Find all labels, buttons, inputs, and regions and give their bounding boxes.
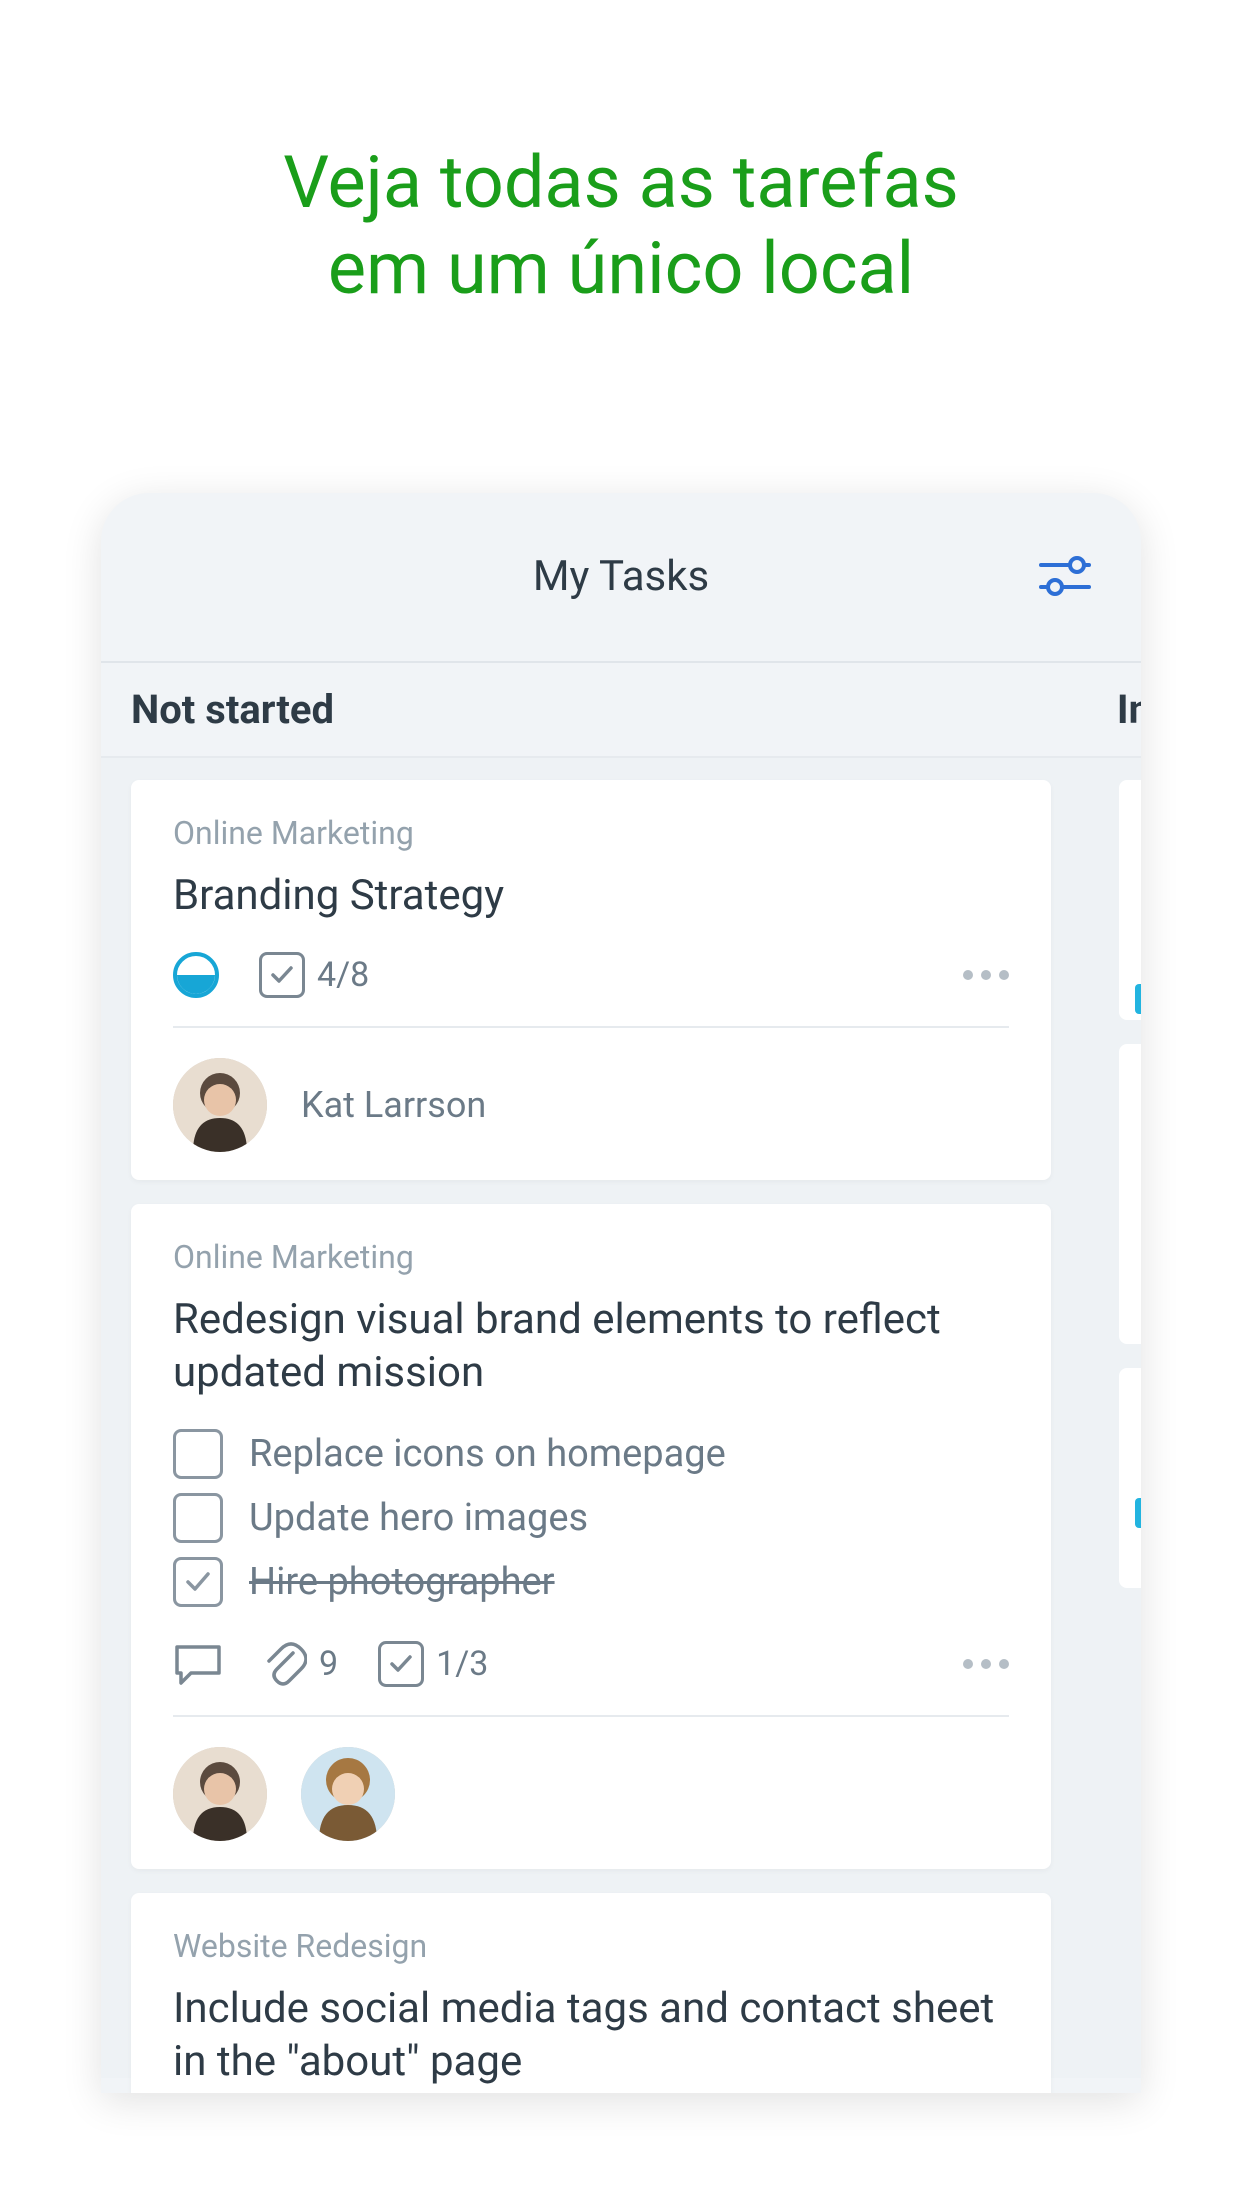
assignee-row (173, 1747, 1009, 1841)
next-column-peek[interactable] (1119, 780, 1141, 1612)
checklist-item[interactable]: Replace icons on homepage (173, 1429, 1009, 1479)
task-card[interactable]: Online Marketing Redesign visual brand e… (131, 1204, 1051, 1869)
more-icon[interactable] (963, 970, 1009, 980)
promo-line2: em um único local (0, 226, 1242, 312)
task-category: Website Redesign (173, 1927, 1009, 1965)
task-category: Online Marketing (173, 1238, 1009, 1276)
checklist-count-text: 4/8 (317, 955, 369, 995)
checklist: Replace icons on homepage Update hero im… (173, 1429, 1009, 1607)
checklist-item[interactable]: Hire photographer (173, 1557, 1009, 1607)
promo-headline: Veja todas as tarefas em um único local (0, 0, 1242, 493)
checkbox-checked-icon[interactable] (173, 1557, 223, 1607)
page-title: My Tasks (533, 552, 709, 601)
more-icon[interactable] (963, 1659, 1009, 1669)
checkbox-unchecked-icon[interactable] (173, 1429, 223, 1479)
peek-card[interactable] (1119, 780, 1141, 1020)
peek-card[interactable] (1119, 1044, 1141, 1344)
paperclip-icon (263, 1641, 307, 1687)
checklist-item[interactable]: Update hero images (173, 1493, 1009, 1543)
task-title: Redesign visual brand elements to reflec… (173, 1294, 1009, 1399)
checklist-label: Hire photographer (249, 1560, 555, 1604)
divider (173, 1026, 1009, 1028)
checklist-icon (259, 952, 305, 998)
assignee-row: Kat Larrson (173, 1058, 1009, 1152)
column-header-peek[interactable]: In (1117, 686, 1141, 733)
task-title: Include social media tags and contact sh… (173, 1983, 1009, 2088)
attachments-count-text: 9 (319, 1644, 338, 1684)
task-meta-row: 4/8 (173, 952, 1009, 998)
task-category: Online Marketing (173, 814, 1009, 852)
attachments-count[interactable]: 9 (263, 1641, 338, 1687)
peek-card[interactable] (1119, 1368, 1141, 1588)
checkbox-unchecked-icon[interactable] (173, 1493, 223, 1543)
checklist-icon (378, 1641, 424, 1687)
checklist-count: 4/8 (259, 952, 369, 998)
checklist-label: Update hero images (249, 1496, 588, 1540)
app-frame: My Tasks Not started In Online Marketing… (101, 493, 1141, 2093)
comments-icon[interactable] (173, 1641, 223, 1687)
checklist-count: 1/3 (378, 1641, 488, 1687)
progress-icon (173, 952, 219, 998)
task-meta-row: 9 1/3 (173, 1641, 1009, 1687)
task-card[interactable]: Online Marketing Branding Strategy 4/8 (131, 780, 1051, 1181)
task-title: Branding Strategy (173, 870, 1009, 923)
cards-column: Online Marketing Branding Strategy 4/8 (131, 758, 1051, 2093)
columns-header: Not started In (101, 663, 1141, 758)
column-header-not-started[interactable]: Not started (131, 686, 1111, 733)
board-scroll-area[interactable]: Online Marketing Branding Strategy 4/8 (101, 758, 1141, 2078)
avatar (301, 1747, 395, 1841)
checklist-count-text: 1/3 (436, 1644, 488, 1684)
avatar (173, 1058, 267, 1152)
checklist-label: Replace icons on homepage (249, 1432, 726, 1476)
divider (173, 1715, 1009, 1717)
assignee-name: Kat Larrson (301, 1084, 486, 1126)
task-card[interactable]: Website Redesign Include social media ta… (131, 1893, 1051, 2093)
filter-icon[interactable] (1037, 551, 1093, 603)
app-header: My Tasks (101, 493, 1141, 663)
promo-line1: Veja todas as tarefas (0, 140, 1242, 226)
avatar (173, 1747, 267, 1841)
